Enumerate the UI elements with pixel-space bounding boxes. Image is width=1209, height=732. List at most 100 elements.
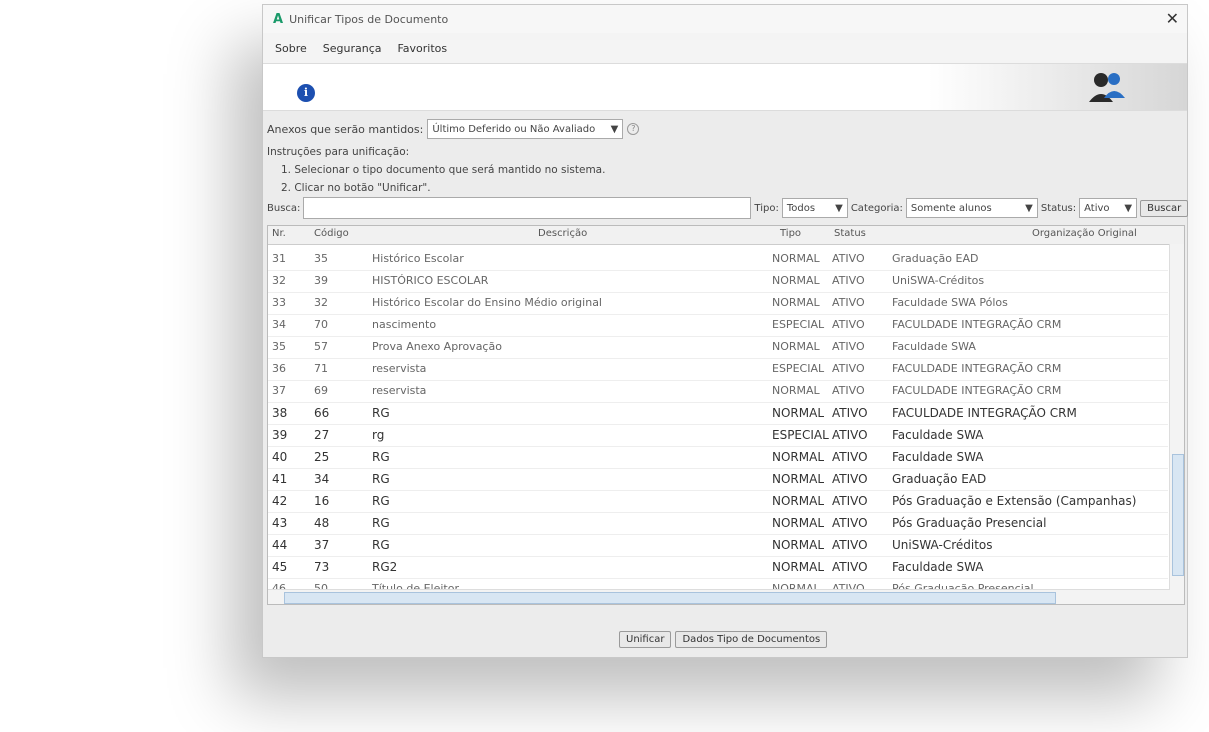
column-header[interactable]: Descrição — [538, 228, 587, 239]
categoria-select[interactable]: Somente alunos ▼ — [905, 198, 1038, 218]
table-cell: rg — [372, 428, 385, 442]
chevron-down-icon: ▼ — [1025, 202, 1033, 214]
menu-favoritos[interactable]: Favoritos — [397, 42, 447, 55]
chevron-down-icon: ▼ — [835, 202, 843, 214]
table-cell: ATIVO — [832, 296, 865, 309]
title-bar: A Unificar Tipos de Documento ✕ — [263, 5, 1187, 33]
table-cell: Faculdade SWA Pólos — [892, 296, 1008, 309]
table-cell: 34 — [272, 318, 286, 331]
table-row[interactable]: 31 35 Histórico Escolar NORMAL ATIVO Graduaçã… — [268, 248, 1168, 271]
column-header[interactable]: Status — [834, 228, 866, 239]
chevron-down-icon: ▼ — [610, 123, 619, 135]
table-cell: RG — [372, 472, 390, 486]
table-cell: FACULDADE INTEGRAÇÃO CRM — [892, 362, 1062, 375]
table-row[interactable]: 37 69 reservista NORMAL ATIVO FACULDADE INTEG… — [268, 380, 1168, 403]
table-cell: 39 — [272, 428, 288, 442]
table-cell: ATIVO — [832, 428, 868, 442]
table-row[interactable]: 32 39 HISTÓRICO ESCOLAR NORMAL ATIVO UniSWA-C… — [268, 270, 1168, 293]
table-cell: ATIVO — [832, 516, 868, 530]
table-cell: NORMAL — [772, 516, 825, 530]
table-cell: FACULDADE INTEGRAÇÃO CRM — [892, 406, 1077, 420]
table-cell: UniSWA-Créditos — [892, 538, 993, 552]
status-label: Status: — [1040, 202, 1077, 214]
table-row[interactable]: 39 27 rg ESPECIAL ATIVO Faculdade SWA — [268, 424, 1168, 447]
table-cell: 66 — [314, 406, 330, 420]
annexes-row: Anexos que serão mantidos: Último Deferi… — [267, 119, 640, 139]
vertical-scrollbar[interactable] — [1169, 244, 1184, 604]
table-row[interactable]: 41 34 RG NORMAL ATIVO Graduação EAD — [268, 468, 1168, 491]
table-row[interactable]: 33 32 Histórico Escolar do Ensino Médio or… — [268, 292, 1168, 315]
table-cell: Histórico Escolar — [372, 252, 464, 265]
table-cell: NORMAL — [772, 472, 825, 486]
table-cell: RG — [372, 538, 390, 552]
table-cell: 40 — [272, 450, 288, 464]
table-cell: UniSWA-Créditos — [892, 274, 985, 287]
table-cell: RG — [372, 406, 390, 420]
table-row[interactable]: 35 57 Prova Anexo Aprovação NORMAL ATIVO Facu… — [268, 336, 1168, 359]
scroll-thumb[interactable] — [1172, 454, 1184, 576]
search-button[interactable]: Buscar — [1140, 199, 1189, 217]
instruction-step: 1. Selecionar o tipo documento que será … — [281, 164, 606, 176]
close-icon[interactable]: ✕ — [1166, 9, 1179, 28]
column-header[interactable]: Tipo — [780, 228, 801, 239]
action-buttons: Unificar Dados Tipo de Documentos — [619, 631, 828, 648]
table-cell: ATIVO — [832, 252, 865, 265]
table-cell: Pós Graduação e Extensão (Campanhas) — [892, 494, 1137, 508]
table-cell: NORMAL — [772, 252, 820, 265]
status-select[interactable]: Ativo ▼ — [1079, 198, 1138, 218]
table-cell: NORMAL — [772, 494, 825, 508]
table-cell: 32 — [272, 274, 286, 287]
table-cell: ESPECIAL — [772, 362, 825, 375]
table-cell: 45 — [272, 560, 288, 574]
table-cell: NORMAL — [772, 274, 820, 287]
menu-sobre[interactable]: Sobre — [275, 42, 307, 55]
table-row[interactable]: 34 70 nascimento ESPECIAL ATIVO FACULDADE INT… — [268, 314, 1168, 337]
table-row[interactable]: 43 48 RG NORMAL ATIVO Pós Graduação Presencia… — [268, 512, 1168, 535]
table-cell: Graduação EAD — [892, 472, 987, 486]
info-icon[interactable]: i — [297, 84, 315, 102]
document-type-data-button[interactable]: Dados Tipo de Documentos — [675, 631, 828, 648]
table-cell: 41 — [272, 472, 288, 486]
table-row[interactable]: 45 73 RG2 NORMAL ATIVO Faculdade SWA — [268, 556, 1168, 579]
table-cell: Faculdade SWA — [892, 340, 976, 353]
horizontal-scrollbar[interactable] — [268, 589, 1170, 604]
annexes-select[interactable]: Último Deferido ou Não Avaliado ▼ — [427, 119, 624, 139]
table-cell: 31 — [272, 252, 286, 265]
table-cell: 37 — [272, 384, 286, 397]
tipo-label: Tipo: — [754, 202, 779, 214]
help-icon[interactable]: ? — [627, 123, 640, 135]
table-cell: 73 — [314, 560, 330, 574]
table-cell: NORMAL — [772, 296, 820, 309]
table-cell: ATIVO — [832, 274, 865, 287]
table-cell: NORMAL — [772, 538, 825, 552]
column-header[interactable]: Organização Original — [1032, 228, 1137, 239]
table-cell: ATIVO — [832, 538, 868, 552]
table-cell: FACULDADE INTEGRAÇÃO CRM — [892, 318, 1062, 331]
table-cell: Faculdade SWA — [892, 428, 984, 442]
table-cell: ESPECIAL — [772, 428, 829, 442]
instruction-step: 2. Clicar no botão "Unificar". — [281, 182, 431, 194]
tipo-select[interactable]: Todos ▼ — [781, 198, 848, 218]
search-input[interactable] — [303, 197, 752, 219]
table-cell: ATIVO — [832, 318, 865, 331]
table-cell: 36 — [272, 362, 286, 375]
instructions-heading: Instruções para unificação: — [267, 146, 410, 158]
annexes-label: Anexos que serão mantidos: — [267, 122, 424, 136]
window-title: Unificar Tipos de Documento — [289, 12, 449, 26]
table-cell: RG — [372, 450, 390, 464]
table-cell: Prova Anexo Aprovação — [372, 340, 502, 353]
scroll-thumb[interactable] — [284, 592, 1056, 604]
table-row[interactable]: 42 16 RG NORMAL ATIVO Pós Graduação e Extensã… — [268, 490, 1168, 513]
table-cell: NORMAL — [772, 450, 825, 464]
column-header[interactable]: Nr. — [272, 228, 286, 239]
unify-button[interactable]: Unificar — [619, 631, 672, 648]
table-row[interactable]: 44 37 RG NORMAL ATIVO UniSWA-Créditos — [268, 534, 1168, 557]
status-value: Ativo — [1084, 202, 1110, 214]
column-header[interactable]: Código — [314, 228, 349, 239]
table-row[interactable]: 36 71 reservista ESPECIAL ATIVO FACULDADE INT… — [268, 358, 1168, 381]
table-cell: 35 — [314, 252, 328, 265]
table-row[interactable]: 40 25 RG NORMAL ATIVO Faculdade SWA — [268, 446, 1168, 469]
table-row[interactable]: 38 66 RG NORMAL ATIVO FACULDADE INTEGRAÇÃO CR… — [268, 402, 1168, 425]
menu-seguranca[interactable]: Segurança — [323, 42, 382, 55]
table-cell: ATIVO — [832, 450, 868, 464]
